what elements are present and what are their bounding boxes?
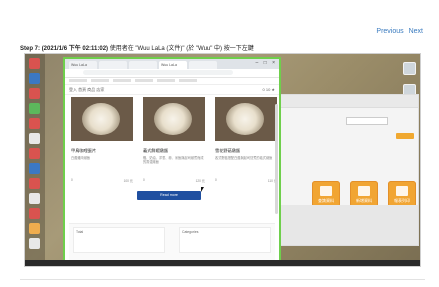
desktop-file-icon[interactable] (29, 238, 40, 249)
read-more-button[interactable]: Read more (137, 191, 201, 200)
recipe-title: 甲鳥咖哩蛋片 (71, 148, 97, 153)
desktop-file-icon[interactable] (29, 193, 40, 204)
footer-panel: Total (73, 227, 165, 253)
bookmark-item[interactable] (135, 79, 153, 82)
recipe-image (71, 97, 133, 141)
bookmark-item[interactable] (113, 79, 131, 82)
desktop-app-icon[interactable] (29, 178, 40, 189)
recipe-meta: 0 120 元 (143, 178, 205, 183)
recipe-image (215, 97, 277, 141)
recipe-description: 各式野菇搭配白醬與起司熬煮的義式燉飯 (215, 156, 273, 160)
desktop-folder-icon[interactable] (29, 223, 40, 234)
site-navbar: 登入 首頁 商品 店家 0 10 ★ (65, 85, 279, 95)
desktop-app-icon[interactable] (29, 73, 40, 84)
address-bar-row (65, 69, 279, 78)
recipe-card[interactable]: 雪花野菇燉飯 各式野菇搭配白醬與起司熬煮的義式燉飯 0 110 元 (215, 97, 277, 185)
bookmarks-bar (65, 78, 279, 85)
footer-panel: Categories (179, 227, 271, 253)
next-link[interactable]: Next (409, 28, 423, 35)
desktop-app-icon[interactable] (29, 163, 40, 174)
bookmark-item[interactable] (91, 79, 109, 82)
scrollbar[interactable] (275, 104, 278, 214)
desktop-app-icon[interactable] (29, 118, 40, 129)
step-time: (2021/1/6 下午 02:11:02) (41, 46, 109, 52)
recipe-title: 義式鮮蝦燉飯 (143, 148, 169, 153)
printer-icon (396, 186, 408, 196)
recipe-title: 雪花野菇燉飯 (215, 148, 241, 153)
tile-label: 新增資料 (356, 198, 372, 203)
desktop-file-icon[interactable] (403, 62, 416, 75)
desktop-app-icon[interactable] (29, 103, 40, 114)
recipe-description: 白醬雞肉燉飯 (71, 156, 91, 160)
app-bottom-panel (276, 205, 418, 245)
price: 100 元 (123, 179, 133, 183)
window-controls[interactable]: – □ × (256, 60, 278, 66)
site-nav-right[interactable]: 0 10 ★ (263, 87, 275, 92)
desktop-app-icon[interactable] (29, 208, 40, 219)
page-footer: Total Categories (69, 223, 275, 260)
site-nav-links[interactable]: 登入 首頁 商品 店家 (69, 87, 104, 93)
recipe-cards: 甲鳥咖哩蛋片 白醬雞肉燉飯 0 100 元 義式鮮蝦燉飯 蝦、奶油、洋蔥、蒜、米… (71, 97, 277, 187)
desktop-file-icon[interactable] (29, 133, 40, 144)
tile-label: 查詢資料 (318, 198, 334, 203)
recipe-description: 蝦、奶油、洋蔥、蒜、米飯與起司燉煮而成的香濃燉飯 (143, 156, 204, 164)
tile-report[interactable]: 報表列印 (388, 181, 416, 207)
background-app-window: 查詢資料 新增資料 報表列印 (275, 94, 419, 246)
mouse-cursor-icon (201, 187, 204, 192)
browser-tab[interactable]: Wuu LaLa (69, 61, 97, 69)
like-count: 0 (215, 178, 217, 182)
step-navigation: Previous Next (373, 28, 423, 35)
browser-tab[interactable] (189, 61, 217, 69)
document-icon (358, 186, 370, 196)
document-icon (320, 186, 332, 196)
browser-tab-active[interactable]: Wuu LaLa (159, 61, 187, 69)
like-count: 0 (143, 178, 145, 182)
tile-add[interactable]: 新增資料 (350, 181, 378, 207)
step-label: Step 7: (20, 46, 41, 52)
browser-window: Wuu LaLa Wuu LaLa – □ × 登入 首頁 商品 店家 0 10… (63, 57, 281, 264)
recipe-image (143, 97, 205, 141)
desktop-app-icon[interactable] (29, 148, 40, 159)
address-bar[interactable] (83, 70, 233, 75)
recipe-meta: 0 100 元 (71, 178, 133, 183)
tile-query[interactable]: 查詢資料 (312, 181, 340, 207)
step-screenshot: 查詢資料 新增資料 報表列印 Wuu LaLa Wuu LaLa – □ × 登… (24, 53, 421, 267)
step-text: 使用者在 "Wuu LaLa (文件)" (於 "Wuu" 中) 按一下左鍵 (108, 46, 254, 52)
previous-link[interactable]: Previous (376, 28, 403, 35)
desktop-app-icon[interactable] (29, 88, 40, 99)
step-description: Step 7: (2021/1/6 下午 02:11:02) 使用者在 "Wuu… (20, 43, 425, 52)
desktop-app-icon[interactable] (29, 58, 40, 69)
browser-tab[interactable] (99, 61, 127, 69)
recipe-card[interactable]: 義式鮮蝦燉飯 蝦、奶油、洋蔥、蒜、米飯與起司燉煮而成的香濃燉飯 0 120 元 (143, 97, 205, 185)
taskbar (25, 260, 420, 266)
desktop-icon-column (25, 54, 45, 266)
tab-strip: Wuu LaLa Wuu LaLa – □ × (65, 59, 279, 69)
app-header (276, 95, 418, 108)
app-action-button[interactable] (396, 133, 414, 139)
divider (20, 279, 425, 280)
recipe-meta: 0 110 元 (215, 178, 277, 183)
recipe-card[interactable]: 甲鳥咖哩蛋片 白醬雞肉燉飯 0 100 元 (71, 97, 133, 185)
browser-tab[interactable] (129, 61, 157, 69)
price: 120 元 (195, 179, 205, 183)
bookmark-item[interactable] (179, 79, 197, 82)
app-input-field[interactable] (346, 117, 388, 125)
like-count: 0 (71, 178, 73, 182)
tile-label: 報表列印 (394, 198, 410, 203)
bookmark-item[interactable] (69, 79, 87, 82)
bookmark-item[interactable] (157, 79, 175, 82)
